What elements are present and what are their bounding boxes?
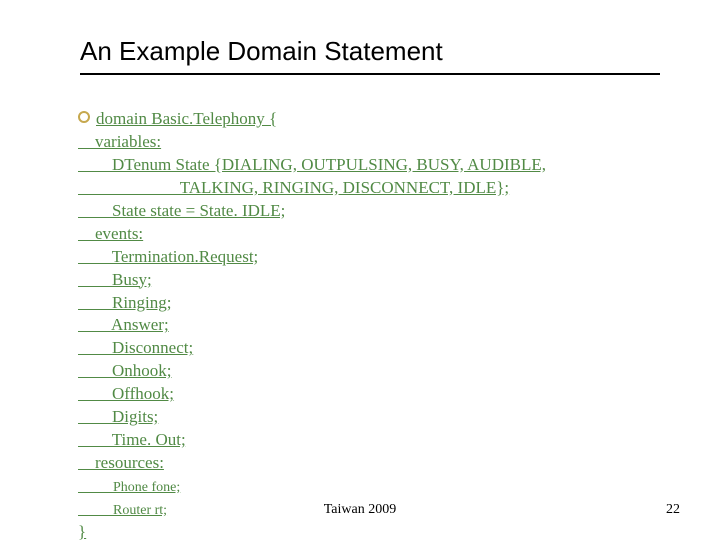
code-line: events: <box>78 224 143 243</box>
code-line: DTenum State {DIALING, OUTPULSING, BUSY,… <box>78 155 546 174</box>
code-line: variables: <box>78 132 161 151</box>
title-underline <box>80 73 660 75</box>
footer-center: Taiwan 2009 <box>0 502 720 518</box>
bullet-icon <box>78 111 90 123</box>
code-line: Disconnect; <box>78 338 193 357</box>
slide-number: 22 <box>666 502 680 518</box>
code-line: Offhook; <box>78 384 174 403</box>
slide-title: An Example Domain Statement <box>80 36 660 67</box>
code-block: domain Basic.Telephony { variables: DTen… <box>78 108 660 540</box>
code-line: resources: <box>78 453 164 472</box>
code-line: Digits; <box>78 407 158 426</box>
close-brace: } <box>78 522 86 540</box>
code-line: TALKING, RINGING, DISCONNECT, IDLE}; <box>78 178 509 197</box>
code-line: Phone fone; <box>78 480 180 495</box>
code-line: Ringing; <box>78 293 172 312</box>
code-line: Termination.Request; <box>78 247 258 266</box>
code-line: Onhook; <box>78 361 172 380</box>
code-line: State state = State. IDLE; <box>78 201 285 220</box>
code-line: domain Basic.Telephony { <box>96 109 277 128</box>
code-line: Answer; <box>78 315 169 334</box>
code-line: Busy; <box>78 270 152 289</box>
code-line: Time. Out; <box>78 430 186 449</box>
